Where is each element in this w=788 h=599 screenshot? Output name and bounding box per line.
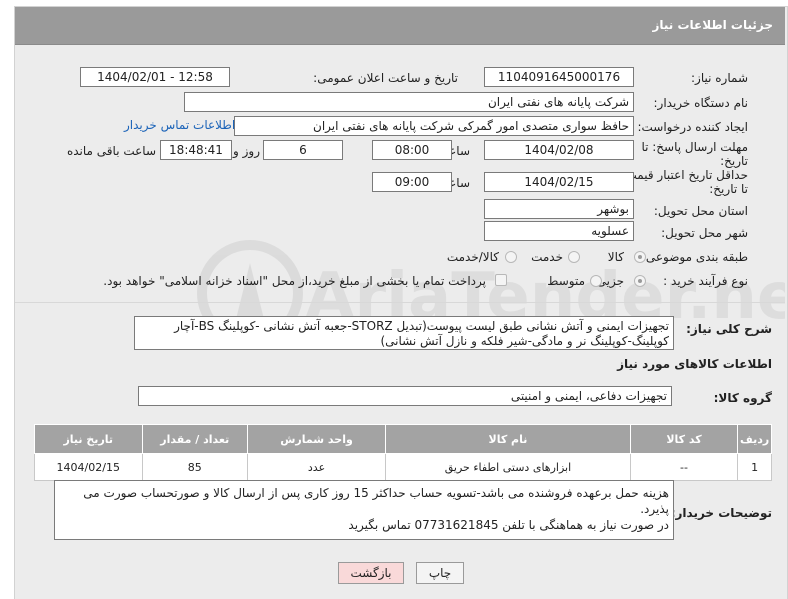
province-field[interactable]: بوشهر — [484, 199, 634, 219]
category-radio-service[interactable] — [568, 251, 580, 263]
cell-goods-name: ابزارهای دستی اطفاء حریق — [385, 453, 631, 481]
days-field[interactable]: 6 — [263, 140, 343, 160]
back-button[interactable]: بازگشت — [338, 562, 404, 584]
days-label: روز و — [233, 144, 260, 158]
treasury-payment-checkbox[interactable] — [495, 274, 507, 286]
buyer-contact-link[interactable]: اطلاعات تماس خریدار — [124, 118, 235, 132]
deadline-label: مهلت ارسال پاسخ: تا — [641, 140, 748, 154]
cell-need-date: 1404/02/15 — [34, 453, 143, 481]
city-field[interactable]: عسلویه — [484, 221, 634, 241]
buyer-notes-line-2: در صورت نیاز به هماهنگی با تلفن 07731621… — [348, 518, 669, 532]
goods-table: ردیف کد کالا نام کالا واحد شمارش تعداد /… — [34, 424, 772, 481]
summary-line-1: تجهیزات ایمنی و آتش نشانی طبق لیست پیوست… — [174, 319, 669, 333]
table-row[interactable]: 1 -- ابزارهای دستی اطفاء حریق عدد 85 140… — [34, 453, 772, 481]
buyer-notes-label: توضیحات خریدار: — [670, 506, 772, 520]
process-radio-minor[interactable] — [634, 275, 646, 287]
col-need-date: تاریخ نیاز — [34, 424, 143, 454]
process-label: نوع فرآیند خرید : — [663, 274, 748, 288]
print-button[interactable]: چاپ — [416, 562, 464, 584]
announce-label: تاریخ و ساعت اعلان عمومی: — [313, 71, 458, 85]
divider — [15, 302, 785, 303]
category-option-goods-service: کالا/خدمت — [446, 250, 499, 264]
price-validity-label: حداقل تاریخ اعتبار قیمت: — [621, 168, 748, 182]
summary-textarea[interactable]: تجهیزات ایمنی و آتش نشانی طبق لیست پیوست… — [134, 316, 674, 350]
payment-note: پرداخت تمام یا بخشی از مبلغ خرید،از محل … — [103, 274, 486, 288]
buyer-notes-line-1: هزینه حمل برعهده فروشنده می باشد-تسویه ح… — [83, 486, 669, 516]
cell-goods-code: -- — [629, 453, 739, 481]
deadline-time-field[interactable]: 08:00 — [372, 140, 452, 160]
category-option-goods: کالا — [607, 250, 624, 264]
col-goods-name: نام کالا — [385, 424, 631, 454]
category-label: طبقه بندی موضوعی: — [641, 250, 748, 264]
price-validity-label-2: تا تاریخ: — [709, 182, 748, 196]
deadline-date-field[interactable]: 1404/02/08 — [484, 140, 634, 160]
deadline-label-2: تاریخ: — [720, 154, 748, 168]
buyer-notes-textarea[interactable]: هزینه حمل برعهده فروشنده می باشد-تسویه ح… — [54, 480, 674, 540]
need-number-label: شماره نیاز: — [691, 71, 748, 85]
col-unit: واحد شمارش — [246, 424, 387, 454]
goods-group-label: گروه کالا: — [713, 391, 772, 405]
col-quantity: تعداد / مقدار — [141, 424, 248, 454]
category-radio-goods[interactable] — [634, 251, 646, 263]
process-radio-medium[interactable] — [590, 275, 602, 287]
cell-row-number: 1 — [737, 453, 772, 481]
category-radio-goods-service[interactable] — [505, 251, 517, 263]
page-title: جزئیات اطلاعات نیاز — [652, 18, 773, 32]
announce-field[interactable]: 1404/02/01 - 12:58 — [80, 67, 230, 87]
buyer-org-field[interactable]: شرکت پایانه های نفتی ایران — [184, 92, 634, 112]
price-validity-date-field[interactable]: 1404/02/15 — [484, 172, 634, 192]
city-label: شهر محل تحویل: — [661, 226, 748, 240]
province-label: استان محل تحویل: — [653, 204, 748, 218]
col-goods-code: کد کالا — [629, 424, 739, 454]
col-row-number: ردیف — [737, 424, 772, 454]
cell-unit: عدد — [246, 453, 387, 481]
page-header: جزئیات اطلاعات نیاز — [15, 7, 785, 45]
cell-quantity: 85 — [141, 453, 248, 481]
process-option-medium: متوسط — [547, 274, 585, 288]
goods-group-field[interactable]: تجهیزات دفاعی، ایمنی و امنیتی — [138, 386, 672, 406]
remaining-time-field[interactable]: 18:48:41 — [160, 140, 232, 160]
creator-label: ایجاد کننده درخواست: — [637, 120, 748, 134]
remaining-label: ساعت باقی مانده — [66, 144, 156, 158]
price-validity-time-field[interactable]: 09:00 — [372, 172, 452, 192]
buyer-org-label: نام دستگاه خریدار: — [653, 96, 749, 110]
need-number-field[interactable]: 1104091645000176 — [484, 67, 634, 87]
summary-label: شرح کلی نیاز: — [686, 322, 772, 336]
goods-info-title: اطلاعات کالاهای مورد نیاز — [617, 357, 772, 371]
creator-field[interactable]: حافظ سواری متصدی امور گمرکی شرکت پایانه … — [234, 116, 634, 136]
category-option-service: خدمت — [531, 250, 563, 264]
table-header-row: ردیف کد کالا نام کالا واحد شمارش تعداد /… — [34, 424, 772, 454]
summary-line-2: کوپلینگ-کوپلینگ نر و مادگی-شیر فلکه و نا… — [380, 334, 669, 348]
